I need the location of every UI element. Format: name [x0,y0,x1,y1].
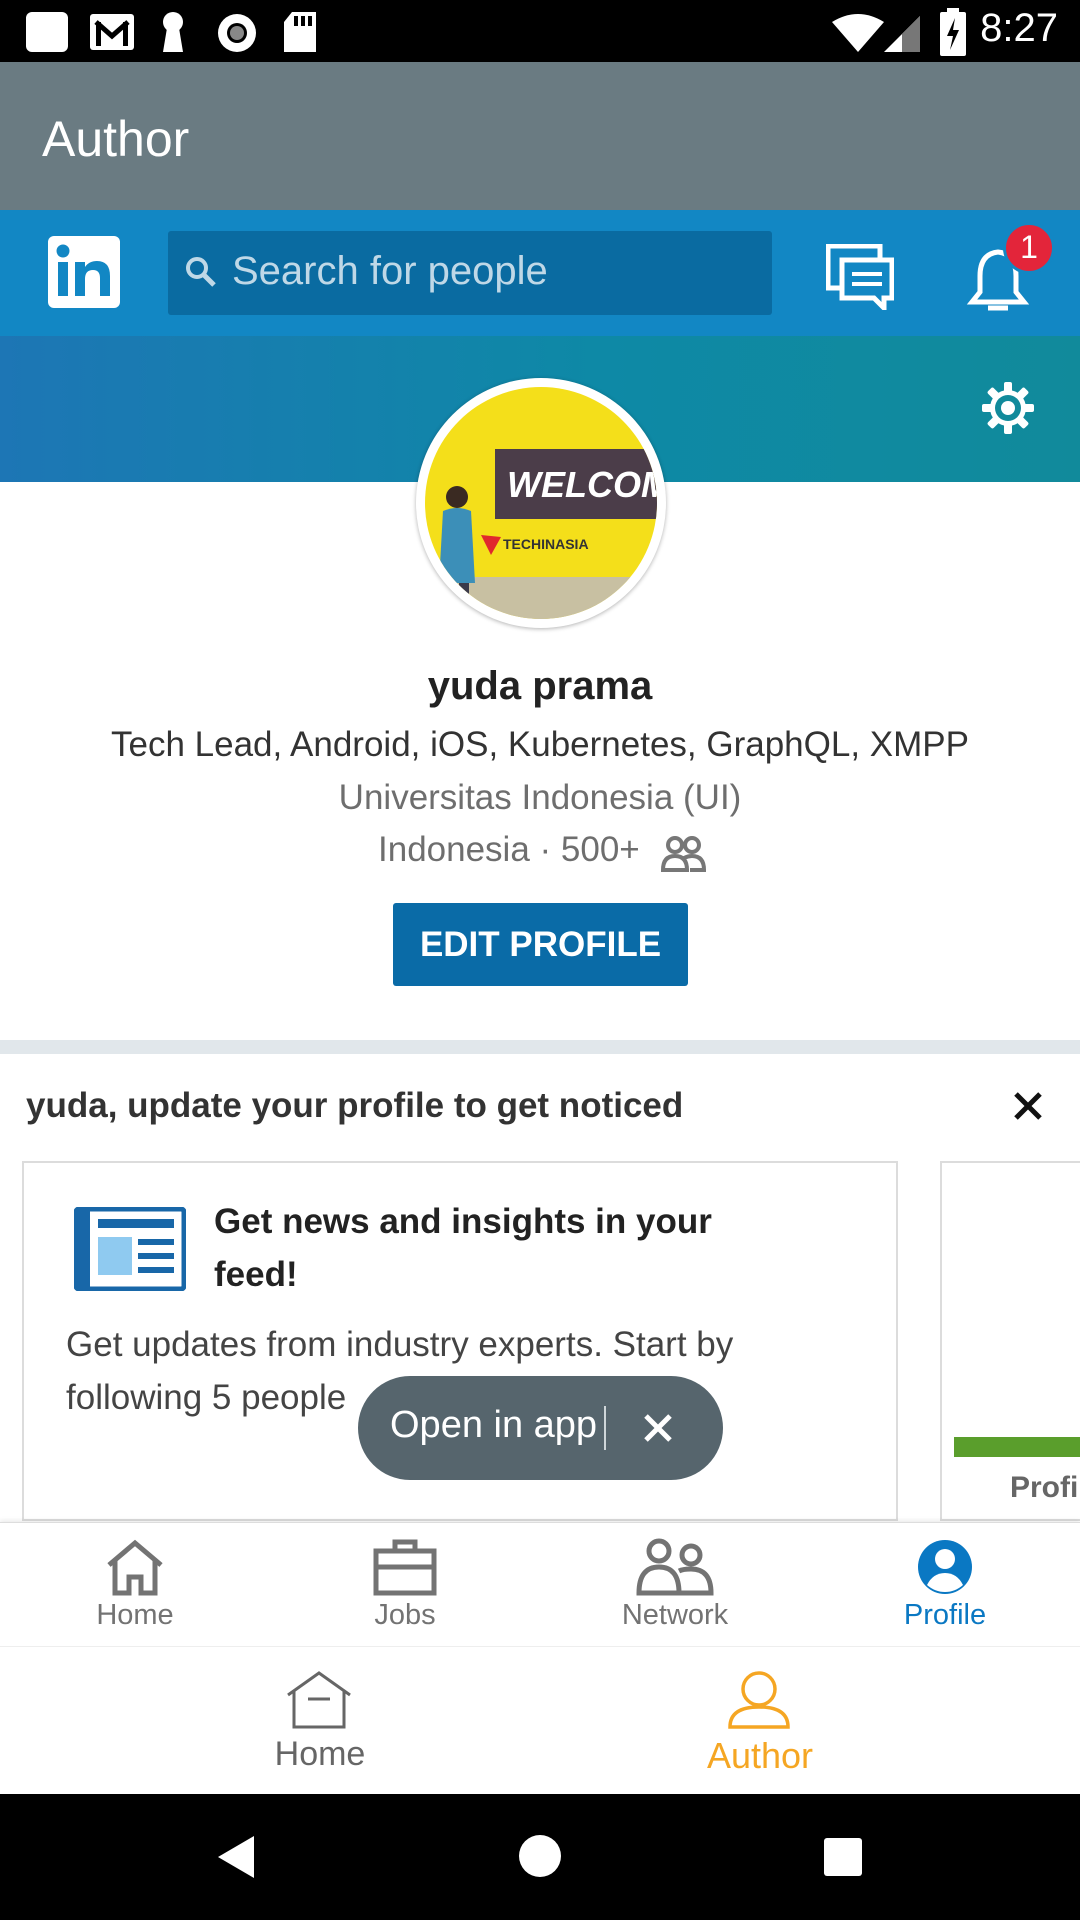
card-title: Get news and insights in your feed! [214,1202,712,1294]
app-title: Author [42,111,190,167]
avatar-sub-text: TECHINASIA [503,536,589,552]
close-icon[interactable] [1012,1090,1044,1122]
sd-card-icon [284,12,316,52]
nav-profile-label: Profile [903,1599,987,1631]
profile-name: yuda prama [427,664,653,708]
home-circle-icon[interactable] [518,1834,562,1878]
notification-badge: 1 [1003,222,1055,274]
open-in-app-button[interactable]: Open in app [390,1404,597,1447]
app-icon [26,12,68,52]
profile-avatar[interactable]: WELCOM TECHINASIA [416,378,666,628]
home-icon [107,1539,163,1596]
search-icon [186,257,216,287]
profile-school: Universitas Indonesia (UI) [338,778,742,817]
profile-icon [918,1540,972,1594]
profile-location-connections[interactable]: Indonesia · 500+ [378,830,640,870]
open-in-app-pill: Open in app [358,1376,723,1480]
connections-icon [660,836,706,872]
side-card-label: Profil [1010,1471,1080,1504]
linkedin-bottom-nav: Home Jobs Network Profile [0,1522,1080,1646]
linkedin-logo-icon [56,244,110,296]
search-placeholder: Search for people [232,249,548,293]
search-input[interactable]: Search for people [168,231,772,315]
profile-headline: Tech Lead, Android, iOS, Kubernetes, Gra… [111,725,969,764]
nav-home[interactable]: Home [0,1523,270,1647]
record-icon [218,14,256,52]
nav-network-label: Network [621,1599,729,1631]
nav-home-label: Home [96,1599,174,1631]
section-divider [0,1040,1080,1054]
recents-icon[interactable] [822,1836,864,1878]
nav-jobs-label: Jobs [374,1599,436,1631]
wifi-icon [832,14,884,52]
news-feed-icon [74,1207,186,1291]
pill-separator [604,1406,606,1450]
system-nav-bar [0,1794,1080,1920]
signal-icon [884,16,920,52]
messaging-icon[interactable] [826,244,894,310]
clock: 8:27 [980,6,1058,50]
nav-profile[interactable]: Profile [810,1523,1080,1647]
back-icon[interactable] [214,1834,258,1880]
host-nav-author[interactable]: Author [490,1647,1030,1795]
nav-jobs[interactable]: Jobs [270,1523,540,1647]
linkedin-header: Search for people [0,210,1080,336]
status-bar: 8:27 [0,0,1080,62]
edit-profile-button[interactable]: EDIT PROFILE [393,903,688,986]
avatar-photo: WELCOM TECHINASIA [425,387,657,619]
suggestion-card-2[interactable]: Profil [940,1161,1080,1521]
person-icon [728,1671,790,1729]
app-bar: Author [0,62,1080,210]
briefcase-icon [373,1539,437,1596]
suggestions-title: yuda, update your profile to get noticed [26,1086,684,1125]
linkedin-logo[interactable] [48,236,120,308]
gmail-icon [90,14,134,50]
nav-network[interactable]: Network [540,1523,810,1647]
home-icon [287,1671,351,1729]
avatar-sign-text: WELCOM [507,464,657,505]
host-nav-author-label: Author [706,1735,814,1776]
profile-strength-bar [954,1437,1080,1457]
battery-charging-icon [940,8,966,56]
network-icon [636,1538,714,1596]
keyhole-icon [163,12,183,52]
host-bottom-nav: Home Author [0,1646,1080,1794]
settings-gear-icon[interactable] [980,380,1036,436]
dismiss-icon[interactable] [638,1408,678,1448]
